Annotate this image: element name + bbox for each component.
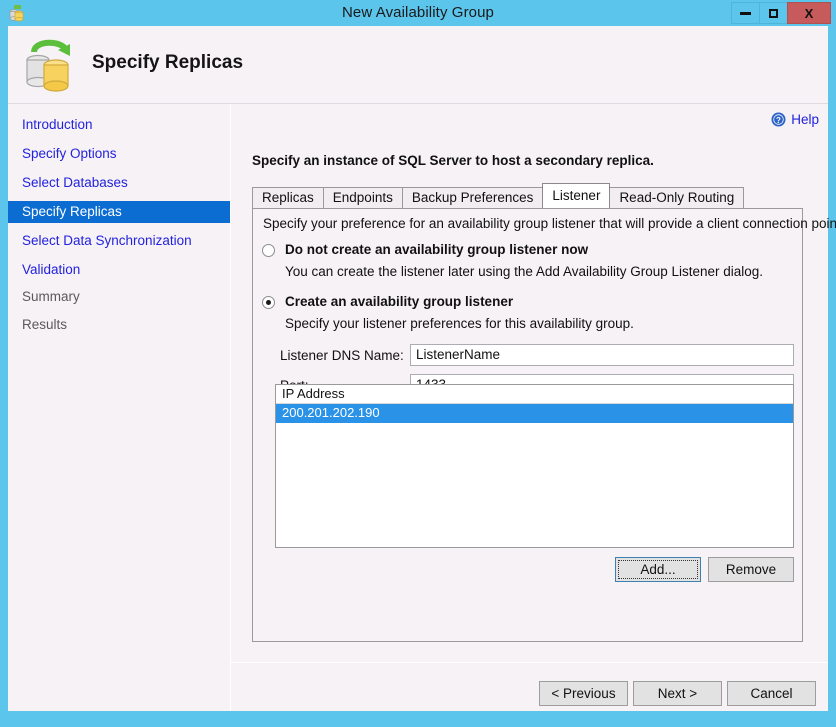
ip-address-row[interactable]: 200.201.202.190	[276, 404, 793, 423]
listener-tab-panel: Specify your preference for an availabil…	[252, 208, 803, 642]
help-label: Help	[791, 112, 819, 127]
tab-read-only-routing[interactable]: Read-Only Routing	[609, 187, 744, 208]
maximize-button[interactable]	[759, 2, 788, 24]
dns-name-label: Listener DNS Name:	[280, 348, 404, 363]
tab-listener[interactable]: Listener	[542, 183, 610, 208]
wizard-content: ? Help Specify an instance of SQL Server…	[231, 104, 828, 711]
remove-button[interactable]: Remove	[708, 557, 794, 582]
window-title: New Availability Group	[0, 0, 836, 26]
radio-icon-unchecked	[262, 244, 275, 257]
footer-divider	[231, 662, 828, 663]
svg-text:?: ?	[776, 116, 781, 125]
add-button[interactable]: Add...	[615, 557, 701, 582]
new-availability-group-window: New Availability Group X Specify Replica…	[0, 0, 836, 727]
wizard-header: Specify Replicas	[8, 26, 828, 103]
sidebar-item-select-databases[interactable]: Select Databases	[8, 172, 230, 194]
window-controls: X	[732, 2, 831, 24]
page-title: Specify Replicas	[92, 52, 243, 74]
sidebar-item-select-data-synchronization[interactable]: Select Data Synchronization	[8, 230, 230, 252]
radio-do-not-create-listener-label: Do not create an availability group list…	[285, 242, 588, 257]
help-icon: ?	[771, 112, 786, 127]
section-title: Specify an instance of SQL Server to hos…	[252, 153, 654, 168]
radio-do-not-create-listener-description: You can create the listener later using …	[285, 264, 763, 279]
minimize-icon	[740, 12, 751, 15]
sidebar-item-introduction[interactable]: Introduction	[8, 114, 230, 136]
sidebar-item-validation[interactable]: Validation	[8, 259, 230, 281]
ip-address-list[interactable]: IP Address 200.201.202.190	[275, 384, 794, 548]
listener-dns-name-input[interactable]: ListenerName	[410, 344, 794, 366]
title-bar[interactable]: New Availability Group X	[0, 0, 836, 26]
panel-description: Specify your preference for an availabil…	[263, 216, 836, 231]
tab-backup-preferences[interactable]: Backup Preferences	[402, 187, 544, 208]
radio-create-listener-description: Specify your listener preferences for th…	[285, 316, 634, 331]
ip-address-column-header: IP Address	[276, 385, 793, 404]
wizard-sidebar: Introduction Specify Options Select Data…	[8, 104, 230, 711]
minimize-button[interactable]	[731, 2, 760, 24]
previous-button[interactable]: < Previous	[539, 681, 628, 706]
help-link[interactable]: ? Help	[771, 112, 819, 127]
sidebar-item-specify-replicas[interactable]: Specify Replicas	[8, 201, 230, 223]
radio-create-listener-label: Create an availability group listener	[285, 294, 513, 309]
close-button[interactable]: X	[787, 2, 831, 24]
cancel-button[interactable]: Cancel	[727, 681, 816, 706]
database-replication-icon	[18, 34, 80, 94]
radio-create-listener[interactable]: Create an availability group listener	[262, 294, 513, 309]
tab-replicas[interactable]: Replicas	[252, 187, 324, 208]
tab-endpoints[interactable]: Endpoints	[323, 187, 403, 208]
sidebar-item-results: Results	[8, 314, 230, 336]
radio-do-not-create-listener[interactable]: Do not create an availability group list…	[262, 242, 588, 257]
radio-icon-checked	[262, 296, 275, 309]
sidebar-item-summary: Summary	[8, 286, 230, 308]
tab-strip: Replicas Endpoints Backup Preferences Li…	[252, 184, 743, 208]
next-button[interactable]: Next >	[633, 681, 722, 706]
maximize-icon	[769, 9, 778, 18]
wizard-body: Introduction Specify Options Select Data…	[8, 104, 828, 711]
sidebar-item-specify-options[interactable]: Specify Options	[8, 143, 230, 165]
